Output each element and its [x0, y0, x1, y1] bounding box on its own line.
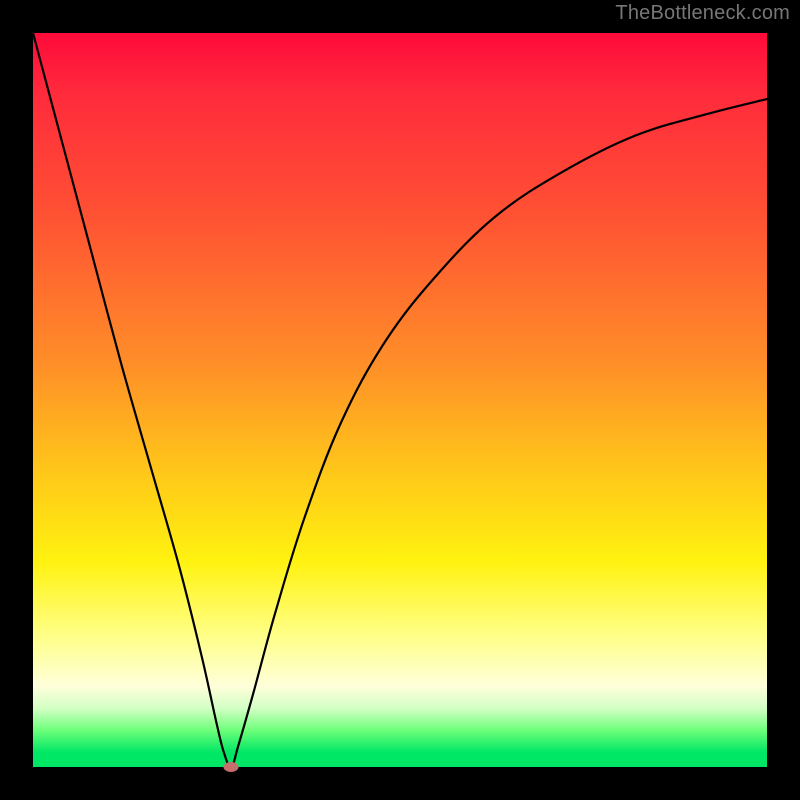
- chart-frame: TheBottleneck.com: [0, 0, 800, 800]
- plot-area: [33, 33, 767, 767]
- attribution-watermark: TheBottleneck.com: [615, 2, 790, 25]
- minimum-marker: [224, 762, 239, 772]
- bottleneck-curve: [33, 33, 767, 767]
